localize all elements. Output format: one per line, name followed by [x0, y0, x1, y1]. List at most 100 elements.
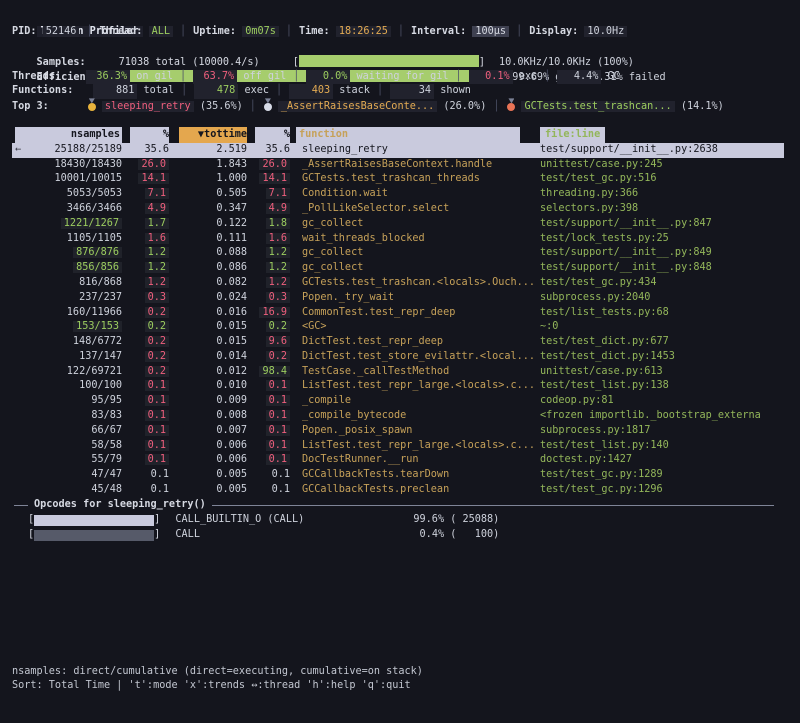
table-row[interactable]: 816/8681.20.0821.2GCTests.test_trashcan.… [12, 276, 784, 291]
column-header-function[interactable]: function [290, 127, 540, 143]
tottime-value: 0.024 [216, 292, 247, 303]
table-row[interactable]: 148/67720.20.0159.6DictTest.test_repr_de… [12, 335, 784, 350]
table-row[interactable]: 66/670.10.0070.1Popen._posix_spawnsubpro… [12, 424, 784, 439]
column-header-file-line[interactable]: file:line [540, 127, 784, 143]
top-function-name: GCTests.test_trashcan... [521, 101, 674, 112]
table-row[interactable]: 1105/11051.60.1111.6wait_threads_blocked… [12, 232, 784, 247]
table-row[interactable]: 5053/50537.10.5057.1Condition.waitthread… [12, 187, 784, 202]
pct-cell: 0.1 [122, 409, 169, 424]
pct-cell: 0.2 [122, 350, 169, 365]
status-bar: PID: 52146│Thread: ALL│Uptime: 0m07s│Tim… [12, 25, 800, 40]
pct-value: 0.1 [145, 440, 169, 451]
table-row[interactable]: 3466/34664.90.3474.9_PollLikeSelector.se… [12, 202, 784, 217]
nsamples-value: 816/868 [79, 277, 122, 288]
table-row[interactable]: 153/1530.20.0150.2<GC>~:0 [12, 320, 784, 335]
pct-cell: 1.7 [122, 217, 169, 232]
opcode-row: [] CALL_BUILTIN_O (CALL)99.6% ( 25088) [12, 513, 784, 528]
cum-pct-value: 98.4 [259, 366, 290, 377]
file-line-cell: <frozen importlib._bootstrap_externa [540, 409, 784, 424]
pct-cell: 0.1 [122, 468, 169, 483]
table-row[interactable]: 856/8561.20.0861.2gc_collecttest/support… [12, 261, 784, 276]
table-row[interactable]: 237/2370.30.0240.3Popen._try_waitsubproc… [12, 291, 784, 306]
file-line-cell: unittest/case.py:613 [540, 365, 784, 380]
tottime-value: 0.347 [216, 203, 247, 214]
table-row[interactable]: 137/1470.20.0140.2DictTest.test_store_ev… [12, 350, 784, 365]
opcode-row: [] CALL0.4% ( 100) [12, 528, 784, 543]
samples-label: Samples: [37, 57, 86, 68]
table-row[interactable]: 58/580.10.0060.1ListTest.test_repr_large… [12, 439, 784, 454]
file-line-cell: test/support/__init__.py:849 [540, 246, 784, 261]
pct-value: 1.6 [145, 233, 169, 244]
separator: │ [174, 85, 194, 96]
cum-pct-cell: 4.9 [247, 202, 290, 217]
tottime-cell: 0.088 [169, 246, 247, 261]
cum-pct-cell: 0.2 [247, 320, 290, 335]
nsamples-value: 66/67 [91, 425, 122, 436]
tottime-value: 0.015 [216, 336, 247, 347]
footer-legend: nsamples: direct/cumulative (direct=exec… [12, 665, 800, 680]
table-row[interactable]: 95/950.10.0090.1_compilecodeop.py:81 [12, 394, 784, 409]
opcode-bar-fill [34, 515, 154, 526]
tottime-cell: 0.009 [169, 394, 247, 409]
tottime-cell: 0.015 [169, 320, 247, 335]
cum-pct-cell: 0.1 [247, 394, 290, 409]
tottime-cell: 0.082 [169, 276, 247, 291]
footer-keybar: Sort: Total Time | 't':mode 'x':trends ↔… [12, 679, 800, 694]
nsamples-cell: 137/147 [12, 350, 122, 365]
cum-pct-value: 9.6 [266, 336, 290, 347]
nsamples-value: 55/79 [91, 454, 122, 465]
pct-value: 35.6 [144, 144, 169, 155]
functions-label: Functions: [12, 85, 73, 96]
table-row[interactable]: 47/470.10.0050.1GCCallbackTests.tearDown… [12, 468, 784, 483]
table-row[interactable]: 122/697210.20.01298.4TestCase._callTestM… [12, 365, 784, 380]
nsamples-value: 148/6772 [73, 336, 122, 347]
tottime-cell: 1.000 [169, 172, 247, 187]
function-cell: _compile [290, 394, 540, 409]
pct-value: 0.1 [145, 410, 169, 421]
column-header-nsamples[interactable]: nsamples [12, 127, 122, 143]
function-cell: ListTest.test_repr_large.<locals>.c... [290, 379, 540, 394]
nsamples-value: 47/47 [91, 469, 122, 480]
cum-pct-value: 1.8 [266, 218, 290, 229]
stat-value: 403 [289, 84, 333, 99]
pct-cell: 7.1 [122, 187, 169, 202]
stat-value: 0.0% [306, 70, 350, 85]
stat-value: 4.4% [557, 70, 601, 85]
stat-text: on gil [136, 71, 173, 82]
table-row[interactable]: 876/8761.20.0881.2gc_collecttest/support… [12, 246, 784, 261]
stat-text: total [143, 85, 174, 96]
table-row[interactable]: 45/480.10.0050.1GCCallbackTests.preclean… [12, 483, 784, 498]
function-cell: Popen._posix_spawn [290, 424, 540, 439]
column-header-tottime[interactable]: ▼tottime [169, 127, 247, 143]
tottime-value: 0.122 [216, 218, 247, 229]
cum-pct-value: 0.1 [272, 469, 290, 480]
table-row[interactable]: 100/1000.10.0100.1ListTest.test_repr_lar… [12, 379, 784, 394]
tottime-value: 0.007 [216, 425, 247, 436]
cum-pct-cell: 1.2 [247, 246, 290, 261]
tottime-value: 1.000 [216, 173, 247, 184]
table-row[interactable]: 1221/12671.70.1221.8gc_collecttest/suppo… [12, 217, 784, 232]
silver-medal-icon [263, 99, 273, 111]
uptime-value: 0m07s [242, 26, 279, 37]
table-row[interactable]: 83/830.10.0080.1_compile_bytecode<frozen… [12, 409, 784, 424]
tottime-value: 0.006 [216, 454, 247, 465]
rule-segment [14, 505, 28, 506]
nsamples-value: 153/153 [73, 321, 122, 332]
table-row[interactable]: ←25188/2518935.62.51935.6sleeping_retryt… [12, 143, 784, 158]
column-header-%[interactable]: % [122, 127, 169, 143]
pct-cell: 1.6 [122, 232, 169, 247]
tottime-value: 0.086 [216, 262, 247, 273]
table-row[interactable]: 160/119660.20.01616.9CommonTest.test_rep… [12, 306, 784, 321]
file-line-cell: test/test_gc.py:516 [540, 172, 784, 187]
table-row[interactable]: 55/790.10.0060.1DocTestRunner.__rundocte… [12, 453, 784, 468]
table-row[interactable]: 18430/1843026.01.84326.0_AssertRaisesBas… [12, 158, 784, 173]
function-cell: DictTest.test_repr_deep [290, 335, 540, 350]
table-row[interactable]: 10001/1001514.11.00014.1GCTests.test_tra… [12, 172, 784, 187]
file-line-cell: threading.py:366 [540, 187, 784, 202]
table-header-row: nsamples%▼tottime%functionfile:line [12, 127, 784, 143]
cum-pct-value: 0.3 [266, 292, 290, 303]
header-block: % [255, 127, 290, 143]
tottime-value: 0.088 [216, 247, 247, 258]
cum-pct-cell: 26.0 [247, 158, 290, 173]
column-header-%[interactable]: % [247, 127, 290, 143]
